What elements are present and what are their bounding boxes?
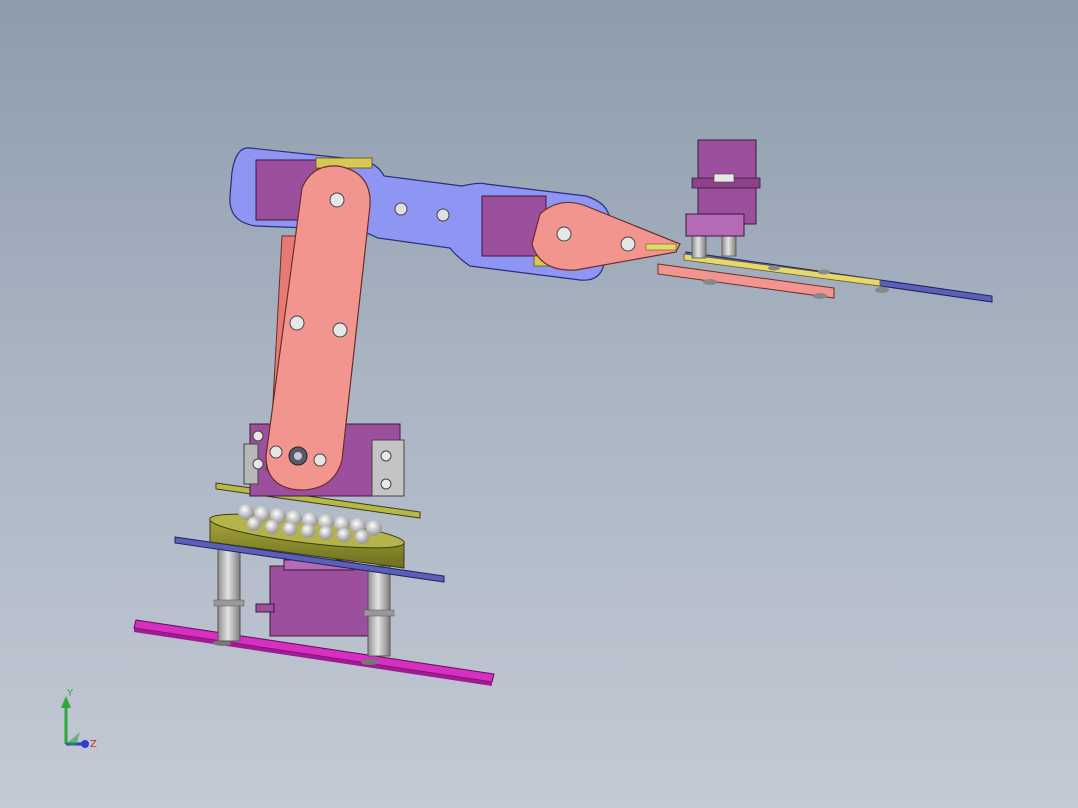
gripper-servo[interactable] [685,139,761,237]
robot-arm-model[interactable] [0,0,1078,808]
base-servo[interactable] [255,559,371,637]
cad-viewport[interactable]: Y Z [0,0,1078,808]
orientation-triad: Y Z [61,688,97,750]
base-assembly[interactable] [133,482,495,686]
standoff-left [217,544,241,642]
z-axis-arrow-icon [81,740,89,748]
y-axis-label: Y [66,688,74,699]
gripper-assembly[interactable] [657,139,993,303]
z-axis-label: Z [90,739,97,750]
